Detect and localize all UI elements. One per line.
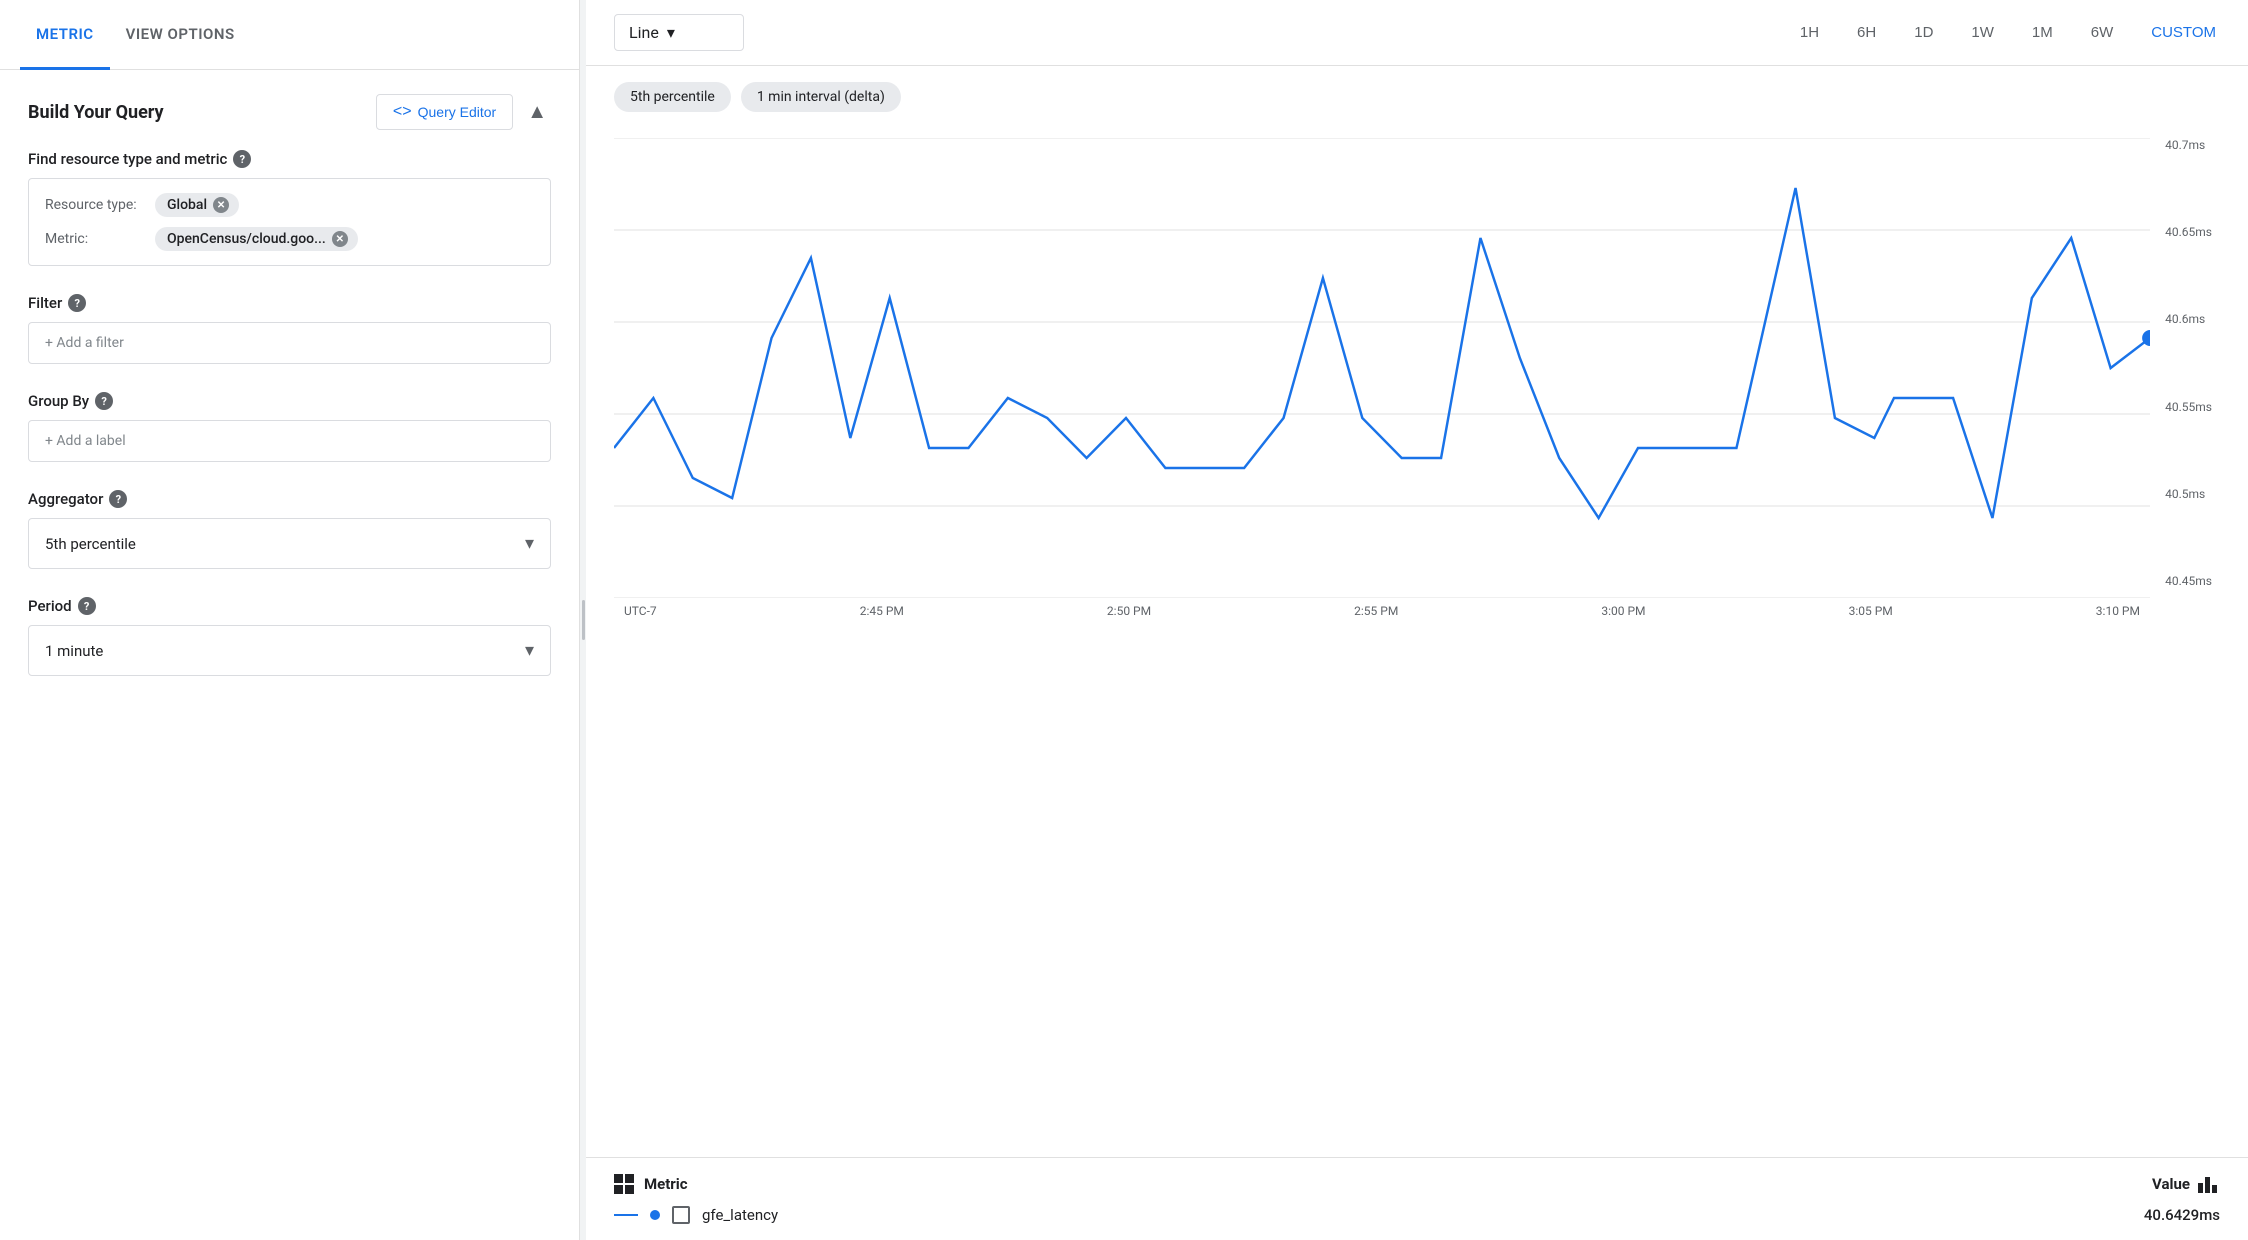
time-btn-1h[interactable]: 1H — [1796, 20, 1823, 45]
metric-row: Metric: OpenCensus/cloud.goo... ✕ — [45, 227, 534, 251]
legend-metric-col-label: Metric — [644, 1175, 688, 1193]
legend-metric-value: 40.6429ms — [2144, 1206, 2220, 1224]
x-label-310: 3:10 PM — [2096, 604, 2140, 618]
time-btn-6w[interactable]: 6W — [2087, 20, 2118, 45]
code-icon: <> — [393, 103, 412, 121]
chart-chips: 5th percentile 1 min interval (delta) — [586, 66, 2248, 128]
x-label-255: 2:55 PM — [1354, 604, 1398, 618]
resource-type-label: Resource type: — [45, 197, 145, 213]
resource-type-row: Resource type: Global ✕ — [45, 193, 534, 217]
resource-type-chip[interactable]: Global ✕ — [155, 193, 239, 217]
panel-content: Build Your Query <> Query Editor ▲ Find … — [0, 70, 579, 1240]
chart-type-dropdown-icon: ▾ — [667, 23, 675, 42]
y-label-4: 40.5ms — [2165, 487, 2212, 501]
find-resource-help-icon[interactable]: ? — [233, 150, 251, 168]
time-btn-1d[interactable]: 1D — [1910, 20, 1937, 45]
legend-area: Metric Value gfe_latency 40.6429ms — [586, 1157, 2248, 1240]
filter-help-icon[interactable]: ? — [68, 294, 86, 312]
grid-icon — [614, 1174, 634, 1194]
legend-value-header: Value — [2152, 1175, 2220, 1193]
time-range-buttons: 1H 6H 1D 1W 1M 6W CUSTOM — [1796, 20, 2220, 45]
chip-interval[interactable]: 1 min interval (delta) — [741, 82, 901, 112]
resize-handle[interactable] — [582, 600, 585, 640]
metric-remove-icon[interactable]: ✕ — [332, 231, 348, 247]
x-label-250: 2:50 PM — [1107, 604, 1151, 618]
tab-view-options[interactable]: VIEW OPTIONS — [110, 0, 251, 70]
x-label-305: 3:05 PM — [1849, 604, 1893, 618]
x-label-utc: UTC-7 — [624, 604, 657, 618]
aggregator-select[interactable]: 5th percentile ▾ — [28, 518, 551, 569]
section-title: Build Your Query — [28, 102, 164, 123]
period-dropdown-icon: ▾ — [525, 640, 534, 661]
time-btn-1m[interactable]: 1M — [2028, 20, 2057, 45]
aggregator-label: Aggregator ? — [28, 490, 551, 508]
query-editor-button[interactable]: <> Query Editor — [376, 94, 513, 130]
query-editor-label: Query Editor — [418, 104, 497, 120]
period-label: Period ? — [28, 597, 551, 615]
chart-type-select[interactable]: Line ▾ — [614, 14, 744, 51]
filter-label: Filter ? — [28, 294, 551, 312]
group-by-help-icon[interactable]: ? — [95, 392, 113, 410]
chart-area: 40.7ms 40.65ms 40.6ms 40.55ms 40.5ms 40.… — [586, 128, 2248, 1157]
metric-label: Metric: — [45, 231, 145, 247]
tab-metric[interactable]: METRIC — [20, 0, 110, 70]
find-resource-section: Find resource type and metric ? Resource… — [28, 150, 551, 266]
group-by-label: Group By ? — [28, 392, 551, 410]
period-help-icon[interactable]: ? — [78, 597, 96, 615]
resource-type-remove-icon[interactable]: ✕ — [213, 197, 229, 213]
legend-metric-name: gfe_latency — [702, 1206, 2132, 1224]
y-label-3: 40.55ms — [2165, 400, 2212, 414]
resource-box: Resource type: Global ✕ Metric: OpenCens… — [28, 178, 551, 266]
legend-header: Metric Value — [614, 1174, 2220, 1194]
period-section: Period ? 1 minute ▾ — [28, 597, 551, 676]
filter-input[interactable]: + Add a filter — [28, 322, 551, 364]
metric-value: OpenCensus/cloud.goo... — [167, 231, 326, 247]
aggregator-value: 5th percentile — [45, 535, 136, 553]
y-label-1: 40.65ms — [2165, 225, 2212, 239]
legend-metric-title: Metric — [614, 1174, 688, 1194]
metric-chip[interactable]: OpenCensus/cloud.goo... ✕ — [155, 227, 358, 251]
x-label-245: 2:45 PM — [860, 604, 904, 618]
chip-percentile[interactable]: 5th percentile — [614, 82, 731, 112]
y-label-2: 40.6ms — [2165, 312, 2212, 326]
x-label-300: 3:00 PM — [1601, 604, 1645, 618]
section-header: Build Your Query <> Query Editor ▲ — [28, 94, 551, 130]
chart-svg — [614, 138, 2150, 598]
right-panel: Line ▾ 1H 6H 1D 1W 1M 6W CUSTOM 5th perc… — [586, 0, 2248, 1240]
tabs-header: METRIC VIEW OPTIONS — [0, 0, 579, 70]
legend-dot-indicator — [650, 1210, 660, 1220]
collapse-button[interactable]: ▲ — [523, 97, 551, 128]
time-btn-6h[interactable]: 6H — [1853, 20, 1880, 45]
chart-type-value: Line — [629, 23, 659, 42]
bars-icon — [2198, 1175, 2220, 1193]
group-by-input[interactable]: + Add a label — [28, 420, 551, 462]
group-by-section: Group By ? + Add a label — [28, 392, 551, 462]
find-resource-label: Find resource type and metric ? — [28, 150, 551, 168]
legend-row: gfe_latency 40.6429ms — [614, 1206, 2220, 1224]
time-btn-custom[interactable]: CUSTOM — [2147, 20, 2220, 45]
legend-checkbox[interactable] — [672, 1206, 690, 1224]
left-panel: METRIC VIEW OPTIONS Build Your Query <> … — [0, 0, 580, 1240]
y-label-5: 40.45ms — [2165, 574, 2212, 588]
period-value: 1 minute — [45, 642, 103, 660]
period-select[interactable]: 1 minute ▾ — [28, 625, 551, 676]
legend-line-indicator — [614, 1214, 638, 1216]
chart-toolbar: Line ▾ 1H 6H 1D 1W 1M 6W CUSTOM — [586, 0, 2248, 66]
aggregator-help-icon[interactable]: ? — [109, 490, 127, 508]
legend-value-col-label: Value — [2152, 1175, 2190, 1193]
time-btn-1w[interactable]: 1W — [1967, 20, 1998, 45]
y-label-0: 40.7ms — [2165, 138, 2212, 152]
aggregator-dropdown-icon: ▾ — [525, 533, 534, 554]
filter-section: Filter ? + Add a filter — [28, 294, 551, 364]
resource-type-value: Global — [167, 197, 207, 213]
aggregator-section: Aggregator ? 5th percentile ▾ — [28, 490, 551, 569]
